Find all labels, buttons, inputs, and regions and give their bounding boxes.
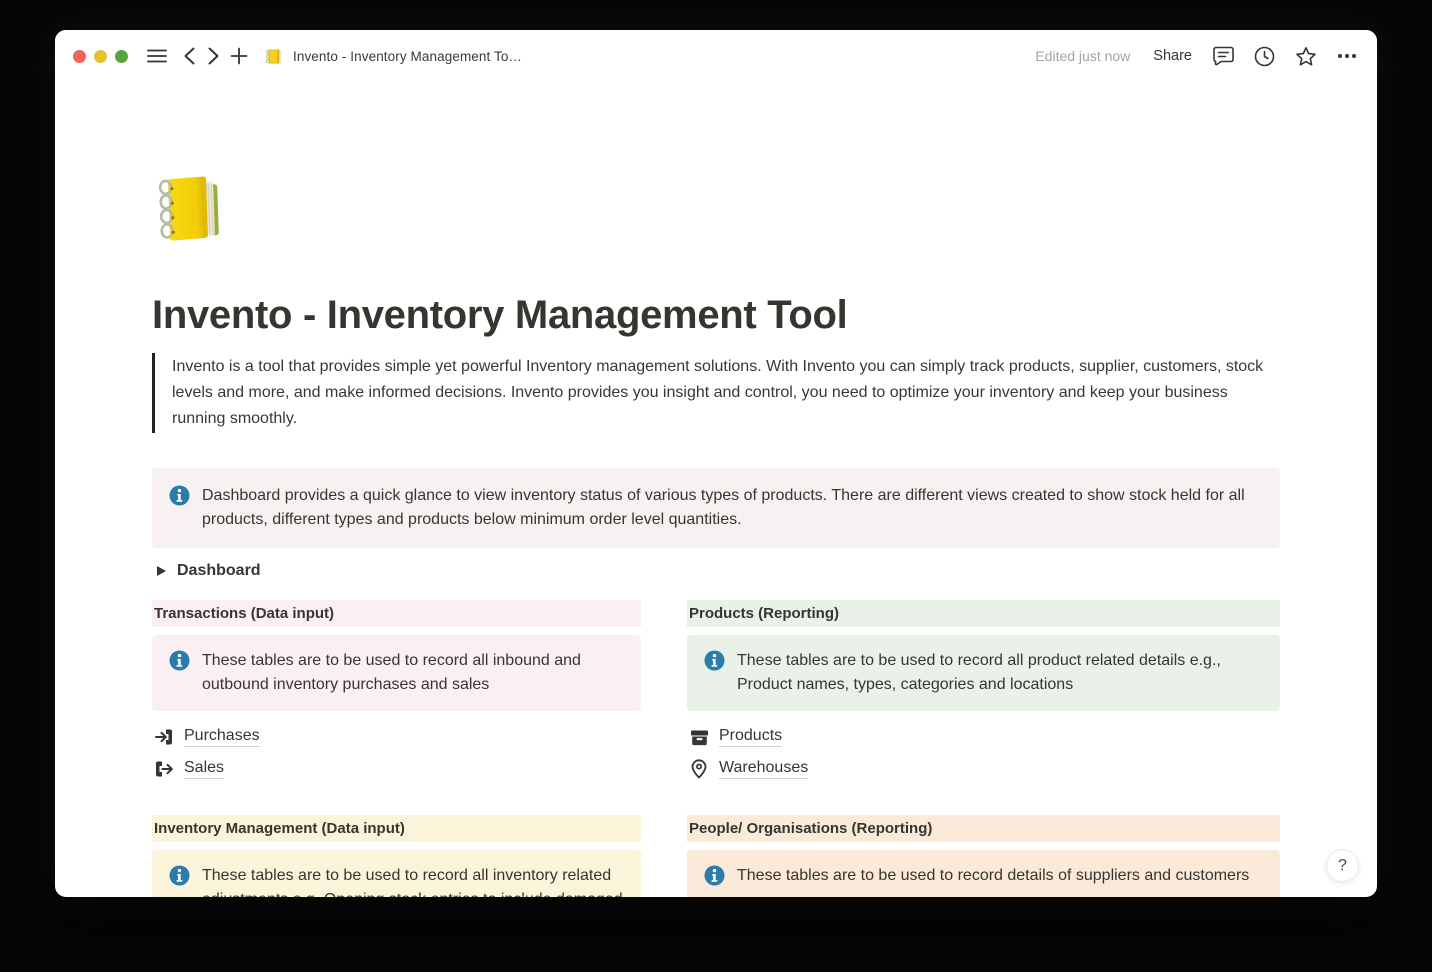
section-callout-text: These tables are to be used to record al…: [202, 649, 625, 697]
page-link-products[interactable]: Products: [687, 721, 1280, 753]
section-products: Products (Reporting) These tables are to…: [687, 600, 1280, 785]
traffic-lights: [73, 50, 128, 63]
page-link-label: Purchases: [184, 727, 260, 747]
help-button[interactable]: ?: [1326, 849, 1359, 882]
section-callout: These tables are to be used to record de…: [687, 850, 1280, 897]
page-title: Invento - Inventory Management Tool: [152, 291, 1280, 339]
info-icon: [704, 865, 725, 894]
location-pin-icon: [689, 759, 709, 779]
more-options-icon[interactable]: [1337, 53, 1357, 59]
zoom-window-button[interactable]: [115, 50, 128, 63]
section-links: Products Warehouses: [687, 721, 1280, 785]
page-link-label: Products: [719, 727, 782, 747]
back-icon[interactable]: [184, 47, 195, 65]
close-window-button[interactable]: [73, 50, 86, 63]
info-icon: [704, 650, 725, 679]
info-icon: [169, 865, 190, 894]
dashboard-callout: Dashboard provides a quick glance to vie…: [152, 468, 1280, 548]
section-callout: These tables are to be used to record al…: [152, 635, 641, 711]
section-inventory-management: Inventory Management (Data input) These …: [152, 815, 641, 897]
edited-status: Edited just now: [1035, 48, 1130, 64]
page-content: Invento - Inventory Management Tool Inve…: [55, 173, 1377, 897]
section-heading: Transactions (Data input): [152, 600, 641, 627]
app-window: Invento - Inventory Management To… Edite…: [55, 30, 1377, 897]
columns-row-1: Transactions (Data input) These tables a…: [152, 600, 1280, 785]
section-links: Purchases Sales: [152, 721, 641, 785]
info-icon: [169, 650, 190, 679]
page-link-warehouses[interactable]: Warehouses: [687, 753, 1280, 785]
sidebar-menu-icon[interactable]: [147, 48, 167, 64]
favorite-star-icon[interactable]: [1295, 46, 1317, 67]
dashboard-toggle-label: Dashboard: [177, 562, 261, 580]
page-link-label: Warehouses: [719, 759, 808, 779]
window-title: Invento - Inventory Management To…: [293, 49, 522, 64]
toggle-triangle-icon: [157, 566, 166, 576]
forward-icon[interactable]: [208, 47, 219, 65]
section-heading: People/ Organisations (Reporting): [687, 815, 1280, 842]
dashboard-callout-text: Dashboard provides a quick glance to vie…: [202, 484, 1264, 532]
section-heading: Inventory Management (Data input): [152, 815, 641, 842]
section-callout-text: These tables are to be used to record al…: [737, 649, 1264, 697]
door-exit-icon: [154, 759, 174, 779]
section-transactions: Transactions (Data input) These tables a…: [152, 600, 641, 785]
columns-row-2: Inventory Management (Data input) These …: [152, 815, 1280, 897]
section-people-organisations: People/ Organisations (Reporting) These …: [687, 815, 1280, 897]
section-callout-text: These tables are to be used to record al…: [202, 864, 625, 897]
comments-icon[interactable]: [1213, 46, 1234, 66]
minimize-window-button[interactable]: [94, 50, 107, 63]
page-notebook-icon[interactable]: [152, 173, 232, 247]
section-heading: Products (Reporting): [687, 600, 1280, 627]
section-callout-text: These tables are to be used to record de…: [737, 864, 1249, 888]
section-callout: These tables are to be used to record al…: [687, 635, 1280, 711]
archive-box-icon: [689, 728, 709, 747]
page-link-purchases[interactable]: Purchases: [152, 721, 641, 753]
intro-quote-block: Invento is a tool that provides simple y…: [152, 353, 1280, 433]
title-bar-actions: Edited just now Share: [1035, 46, 1357, 67]
page-notebook-mini-icon: [265, 47, 284, 66]
door-enter-icon: [154, 727, 174, 747]
section-callout: These tables are to be used to record al…: [152, 850, 641, 897]
share-button[interactable]: Share: [1153, 48, 1192, 64]
history-clock-icon[interactable]: [1254, 46, 1275, 67]
info-icon: [169, 485, 190, 514]
page-link-sales[interactable]: Sales: [152, 753, 641, 785]
dashboard-toggle[interactable]: Dashboard: [152, 560, 1280, 582]
new-tab-plus-icon[interactable]: [230, 47, 248, 65]
title-bar: Invento - Inventory Management To… Edite…: [55, 30, 1377, 82]
page-link-label: Sales: [184, 759, 224, 779]
